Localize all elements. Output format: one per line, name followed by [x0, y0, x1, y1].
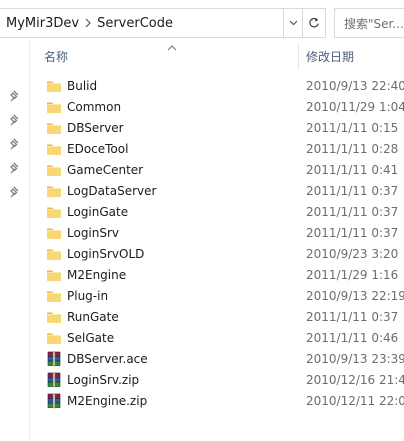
- file-row[interactable]: LoginSrv.zip 2010/12/16 21:40: [30, 370, 404, 391]
- breadcrumb-servercode[interactable]: ServerCode: [97, 16, 173, 31]
- file-name: LoginSrvOLD: [67, 247, 145, 261]
- file-date-modified: 2010/11/29 1:04: [306, 100, 404, 114]
- file-date-modified: 2011/1/11 0:37: [306, 184, 399, 198]
- file-list: Bulid 2010/9/13 22:40 Common 2010/11/29 1:0…: [30, 76, 404, 412]
- file-name: DBServer.ace: [67, 352, 148, 366]
- folder-icon: [46, 78, 62, 94]
- column-date-header[interactable]: 修改日期: [306, 48, 354, 65]
- sort-ascending-icon: [167, 40, 177, 51]
- file-row[interactable]: GameCenter 2011/1/11 0:41: [30, 160, 404, 181]
- winrar-archive-icon: [46, 372, 62, 388]
- winrar-archive-icon: [46, 393, 62, 409]
- file-name: Common: [67, 100, 122, 114]
- file-row[interactable]: LoginSrvOLD 2010/9/23 3:20: [30, 244, 404, 265]
- pin-icon[interactable]: [10, 138, 22, 150]
- address-history-dropdown[interactable]: [284, 8, 302, 38]
- address-bar: MyMir3Dev ServerCode 搜索"Ser...: [0, 8, 404, 38]
- folder-icon: [46, 183, 62, 199]
- file-name: M2Engine.zip: [67, 394, 148, 408]
- chevron-right-icon[interactable]: [79, 8, 97, 38]
- file-name: RunGate: [67, 310, 119, 324]
- file-row[interactable]: EDoceTool 2011/1/11 0:28: [30, 139, 404, 160]
- file-date-modified: 2011/1/11 0:37: [306, 310, 399, 324]
- file-row[interactable]: Bulid 2010/9/13 22:40: [30, 76, 404, 97]
- file-name: LogDataServer: [67, 184, 157, 198]
- pin-icon[interactable]: [10, 114, 22, 126]
- file-row[interactable]: Plug-in 2010/9/13 22:19: [30, 286, 404, 307]
- file-date-modified: 2010/9/13 23:39: [306, 352, 404, 366]
- pin-icon[interactable]: [10, 90, 22, 102]
- folder-icon: [46, 162, 62, 178]
- pin-icon[interactable]: [10, 162, 22, 174]
- file-name: GameCenter: [67, 163, 144, 177]
- file-name: LoginSrv: [67, 226, 120, 240]
- file-name: Bulid: [67, 79, 98, 93]
- search-placeholder: 搜索"Ser...: [344, 16, 404, 31]
- breadcrumb-mymir3dev[interactable]: MyMir3Dev: [6, 16, 79, 31]
- folder-icon: [46, 141, 62, 157]
- file-date-modified: 2010/12/11 22:06: [306, 394, 404, 408]
- file-date-modified: 2011/1/11 0:37: [306, 205, 399, 219]
- file-name: DBServer: [67, 121, 124, 135]
- file-row[interactable]: RunGate 2011/1/11 0:37: [30, 307, 404, 328]
- file-row[interactable]: SelGate 2011/1/11 0:46: [30, 328, 404, 349]
- file-date-modified: 2010/9/13 22:40: [306, 79, 404, 93]
- file-row[interactable]: LogDataServer 2011/1/11 0:37: [30, 181, 404, 202]
- file-date-modified: 2011/1/11 0:46: [306, 331, 399, 345]
- column-header: 名称 修改日期: [30, 40, 404, 70]
- folder-icon: [46, 246, 62, 262]
- folder-icon: [46, 267, 62, 283]
- search-input[interactable]: 搜索"Ser...: [334, 8, 404, 38]
- file-name: M2Engine: [67, 268, 127, 282]
- file-date-modified: 2011/1/29 1:16: [306, 268, 399, 282]
- folder-icon: [46, 120, 62, 136]
- folder-icon: [46, 204, 62, 220]
- refresh-icon: [309, 17, 319, 28]
- folder-icon: [46, 309, 62, 325]
- file-date-modified: 2011/1/11 0:41: [306, 163, 399, 177]
- file-date-modified: 2011/1/11 0:15: [306, 121, 399, 135]
- file-name: LoginGate: [67, 205, 129, 219]
- refresh-button[interactable]: [302, 8, 326, 38]
- file-date-modified: 2010/12/16 21:40: [306, 373, 404, 387]
- file-row[interactable]: DBServer 2011/1/11 0:15: [30, 118, 404, 139]
- chevron-down-icon: [289, 20, 297, 26]
- pin-icon[interactable]: [10, 186, 22, 198]
- file-date-modified: 2010/9/13 22:19: [306, 289, 404, 303]
- folder-icon: [46, 330, 62, 346]
- file-row[interactable]: LoginSrv 2011/1/11 0:37: [30, 223, 404, 244]
- breadcrumb[interactable]: MyMir3Dev ServerCode: [0, 8, 284, 38]
- file-date-modified: 2011/1/11 0:37: [306, 226, 399, 240]
- file-row[interactable]: DBServer.ace 2010/9/13 23:39: [30, 349, 404, 370]
- navigation-pane: [0, 40, 30, 441]
- file-name: Plug-in: [67, 289, 109, 303]
- folder-icon: [46, 99, 62, 115]
- folder-icon: [46, 288, 62, 304]
- file-row[interactable]: M2Engine.zip 2010/12/11 22:06: [30, 391, 404, 412]
- file-name: LoginSrv.zip: [67, 373, 140, 387]
- file-name: SelGate: [67, 331, 115, 345]
- file-name: EDoceTool: [67, 142, 129, 156]
- column-divider[interactable]: [298, 44, 299, 70]
- file-date-modified: 2011/1/11 0:28: [306, 142, 399, 156]
- file-row[interactable]: Common 2010/11/29 1:04: [30, 97, 404, 118]
- column-name-header[interactable]: 名称: [44, 48, 68, 65]
- winrar-archive-icon: [46, 351, 62, 367]
- folder-icon: [46, 225, 62, 241]
- file-row[interactable]: LoginGate 2011/1/11 0:37: [30, 202, 404, 223]
- file-date-modified: 2010/9/23 3:20: [306, 247, 399, 261]
- file-row[interactable]: M2Engine 2011/1/29 1:16: [30, 265, 404, 286]
